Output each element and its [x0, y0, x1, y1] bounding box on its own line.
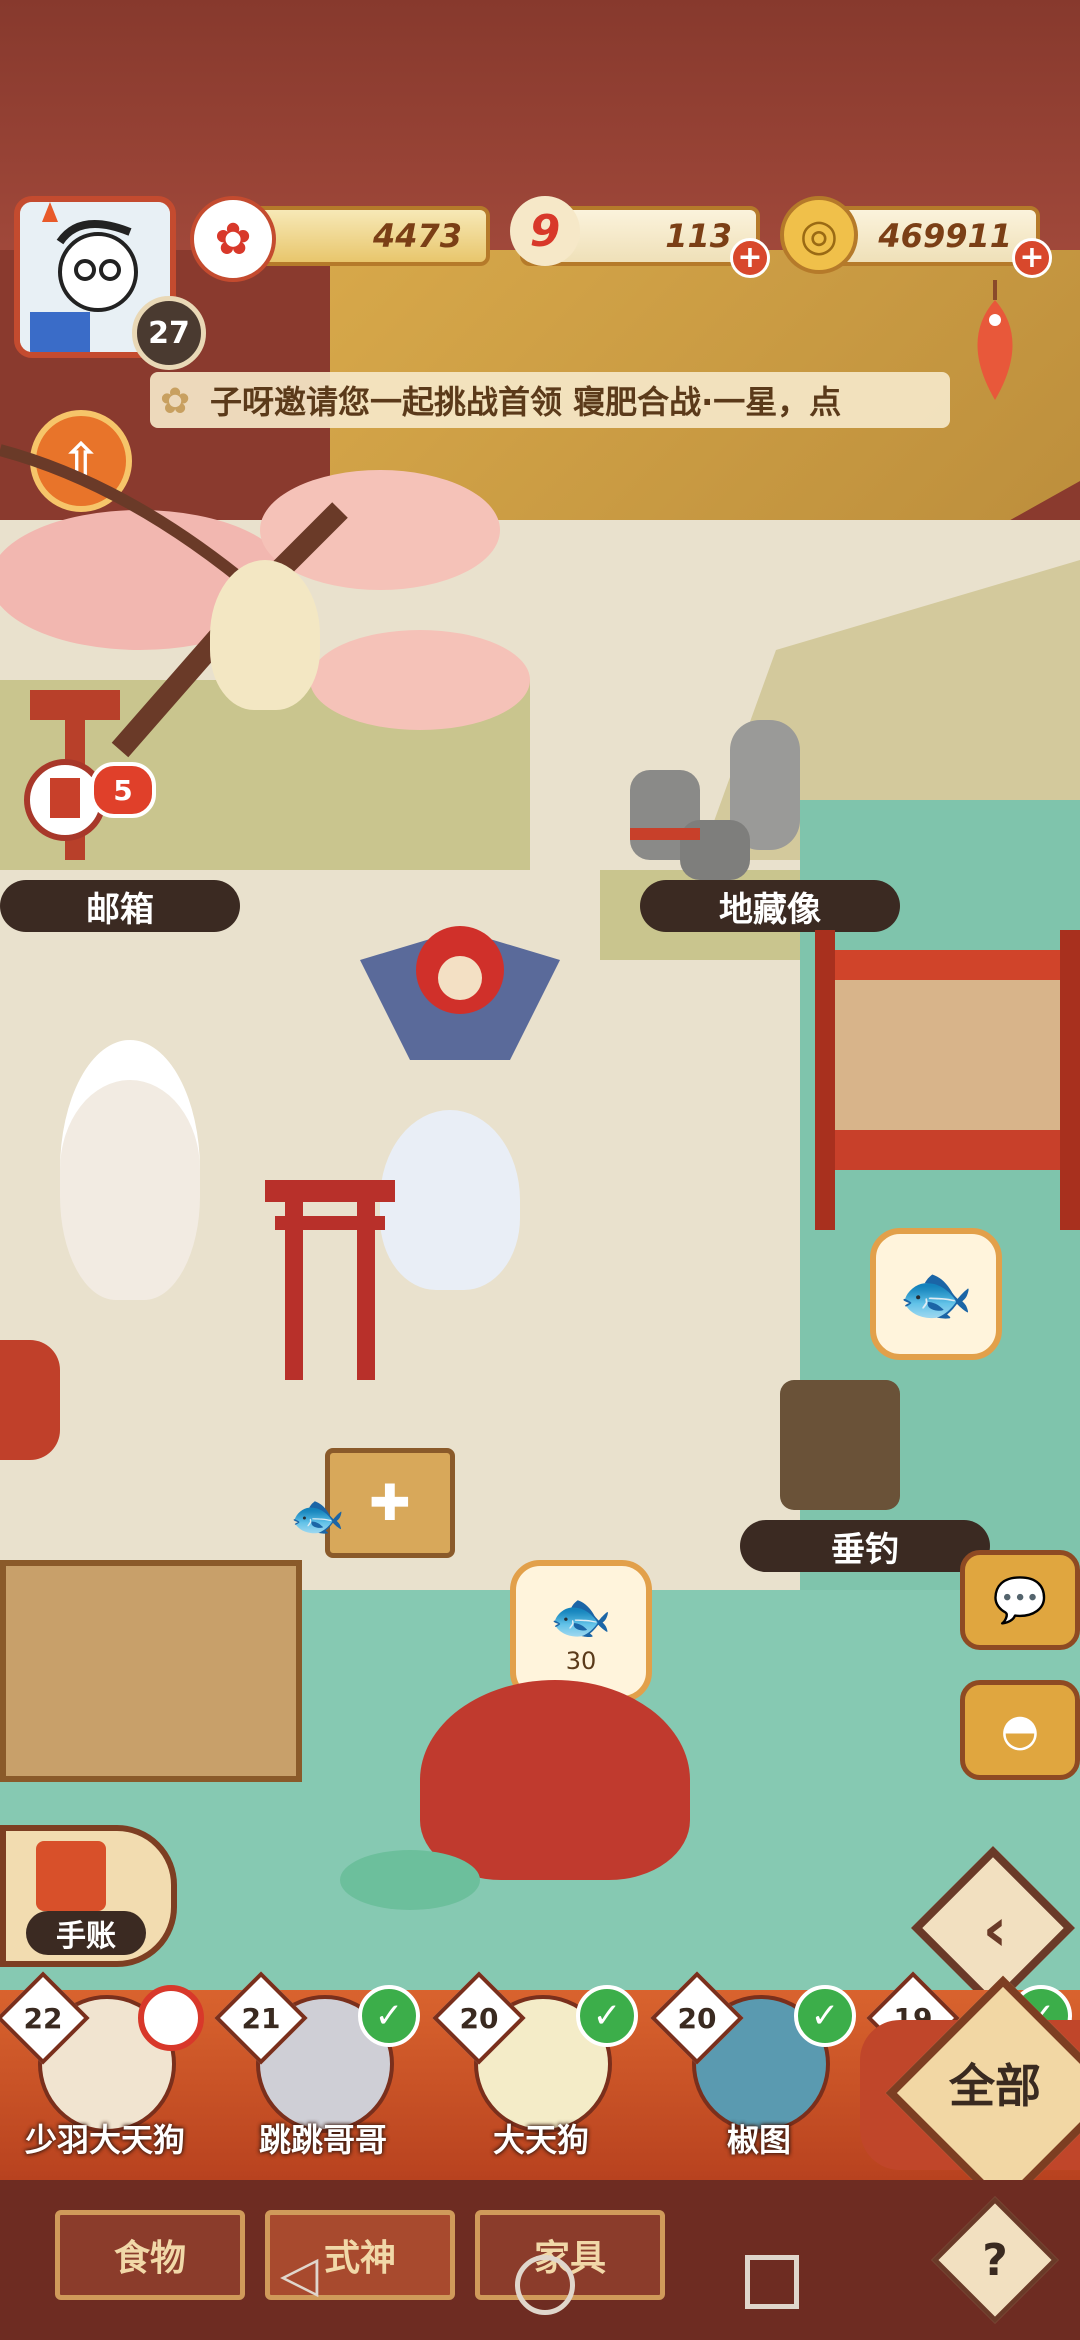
shikigami-level: 21	[241, 2001, 281, 2035]
mailbox-count-badge: 5	[90, 762, 156, 818]
plum-blossom-icon: ✿	[190, 196, 276, 282]
help-icon: ?	[982, 2234, 1008, 2286]
fishing-basket[interactable]	[780, 1380, 900, 1510]
shikigami-name: 少羽大天狗	[24, 2121, 185, 2159]
roster-slot[interactable]: 20 ✓ 椒图	[650, 1971, 856, 2165]
gold-coin-counter: 469911 ◎ +	[780, 196, 1052, 278]
shikigami-name: 跳跳哥哥	[258, 2121, 387, 2159]
onigiri-button[interactable]: ◓	[960, 1680, 1080, 1780]
magatama-icon: 9	[510, 196, 580, 266]
fish-icon: 🐟	[549, 1587, 613, 1646]
roster-slot[interactable]: 22 少羽大天狗	[0, 1971, 204, 2165]
roster-slot[interactable]: 21 ✓ 跳跳哥哥	[214, 1971, 420, 2165]
ticket-counter: 113 9 +	[510, 196, 770, 278]
invite-banner[interactable]: 子呀邀请您一起挑战首领 寝肥合战·一星，点	[150, 372, 950, 428]
add-gold-button[interactable]: +	[1012, 238, 1052, 278]
fish-bubble[interactable]: 🐟	[870, 1228, 1002, 1360]
goldfish-icon: 🐟	[290, 1491, 345, 1542]
daruma-kite[interactable]	[360, 910, 560, 1110]
add-ticket-button[interactable]: +	[730, 238, 770, 278]
handbook-label: 手账	[26, 1911, 146, 1955]
shikigami-level: 20	[459, 2001, 499, 2035]
banner-text: 子呀邀请您一起挑战首领 寝肥合战·一星，点	[210, 383, 842, 421]
player-level-badge: 27	[132, 296, 206, 370]
bait-count: 30	[565, 1646, 597, 1675]
book-icon	[36, 1841, 106, 1911]
mailbox-label[interactable]: 邮箱	[0, 880, 240, 932]
checkmark-icon: ✓	[576, 1985, 638, 2047]
recents-icon[interactable]	[745, 2255, 799, 2309]
target-icon	[138, 1985, 204, 2051]
all-label: 全部	[949, 2059, 1041, 2113]
jizo-label[interactable]: 地藏像	[640, 880, 900, 932]
checkmark-icon: ✓	[794, 1985, 856, 2047]
koinobori-fish-icon[interactable]	[955, 280, 1035, 410]
fish-icon: 🐟	[898, 1259, 974, 1330]
checkmark-icon: ✓	[358, 1985, 420, 2047]
red-bridge[interactable]	[815, 930, 1080, 1240]
jizo-statues[interactable]	[620, 710, 840, 880]
fishing-label[interactable]: 垂钓	[740, 1520, 990, 1572]
torii-gate	[265, 1180, 395, 1380]
back-icon[interactable]: ◁	[280, 2245, 318, 2303]
chat-button[interactable]: 💬	[960, 1550, 1080, 1650]
lily-pad	[340, 1850, 480, 1910]
chat-icon: 💬	[992, 1575, 1048, 1626]
gold-coin-icon: ◎	[780, 196, 858, 274]
shrine-maiden-character[interactable]	[60, 1040, 200, 1300]
onigiri-icon: ◓	[1000, 1704, 1040, 1756]
roster-slot[interactable]: 20 ✓ 大天狗	[432, 1971, 638, 2165]
shikigami-name: 大天狗	[492, 2121, 589, 2159]
shikigami-level: 20	[677, 2001, 717, 2035]
tab-food[interactable]: 食物	[55, 2210, 245, 2300]
shop-stall[interactable]	[0, 1340, 60, 1460]
yuki-onna-character[interactable]	[380, 1110, 520, 1290]
handbook-button[interactable]: 手账	[0, 1825, 177, 1967]
plus-icon: ✚	[369, 1474, 411, 1532]
home-icon[interactable]	[515, 2255, 575, 2315]
chevron-left-icon: ‹	[982, 1895, 1008, 1965]
plum-coin-counter: 4473 ✿	[190, 196, 490, 282]
crab-monster-character[interactable]	[420, 1680, 690, 1880]
tengu-character-on-tree[interactable]	[210, 560, 320, 710]
wooden-dock	[0, 1560, 302, 1782]
sakura-icon: ✿	[160, 381, 191, 422]
shikigami-name: 椒图	[726, 2121, 791, 2159]
shikigami-level: 22	[23, 2001, 63, 2035]
